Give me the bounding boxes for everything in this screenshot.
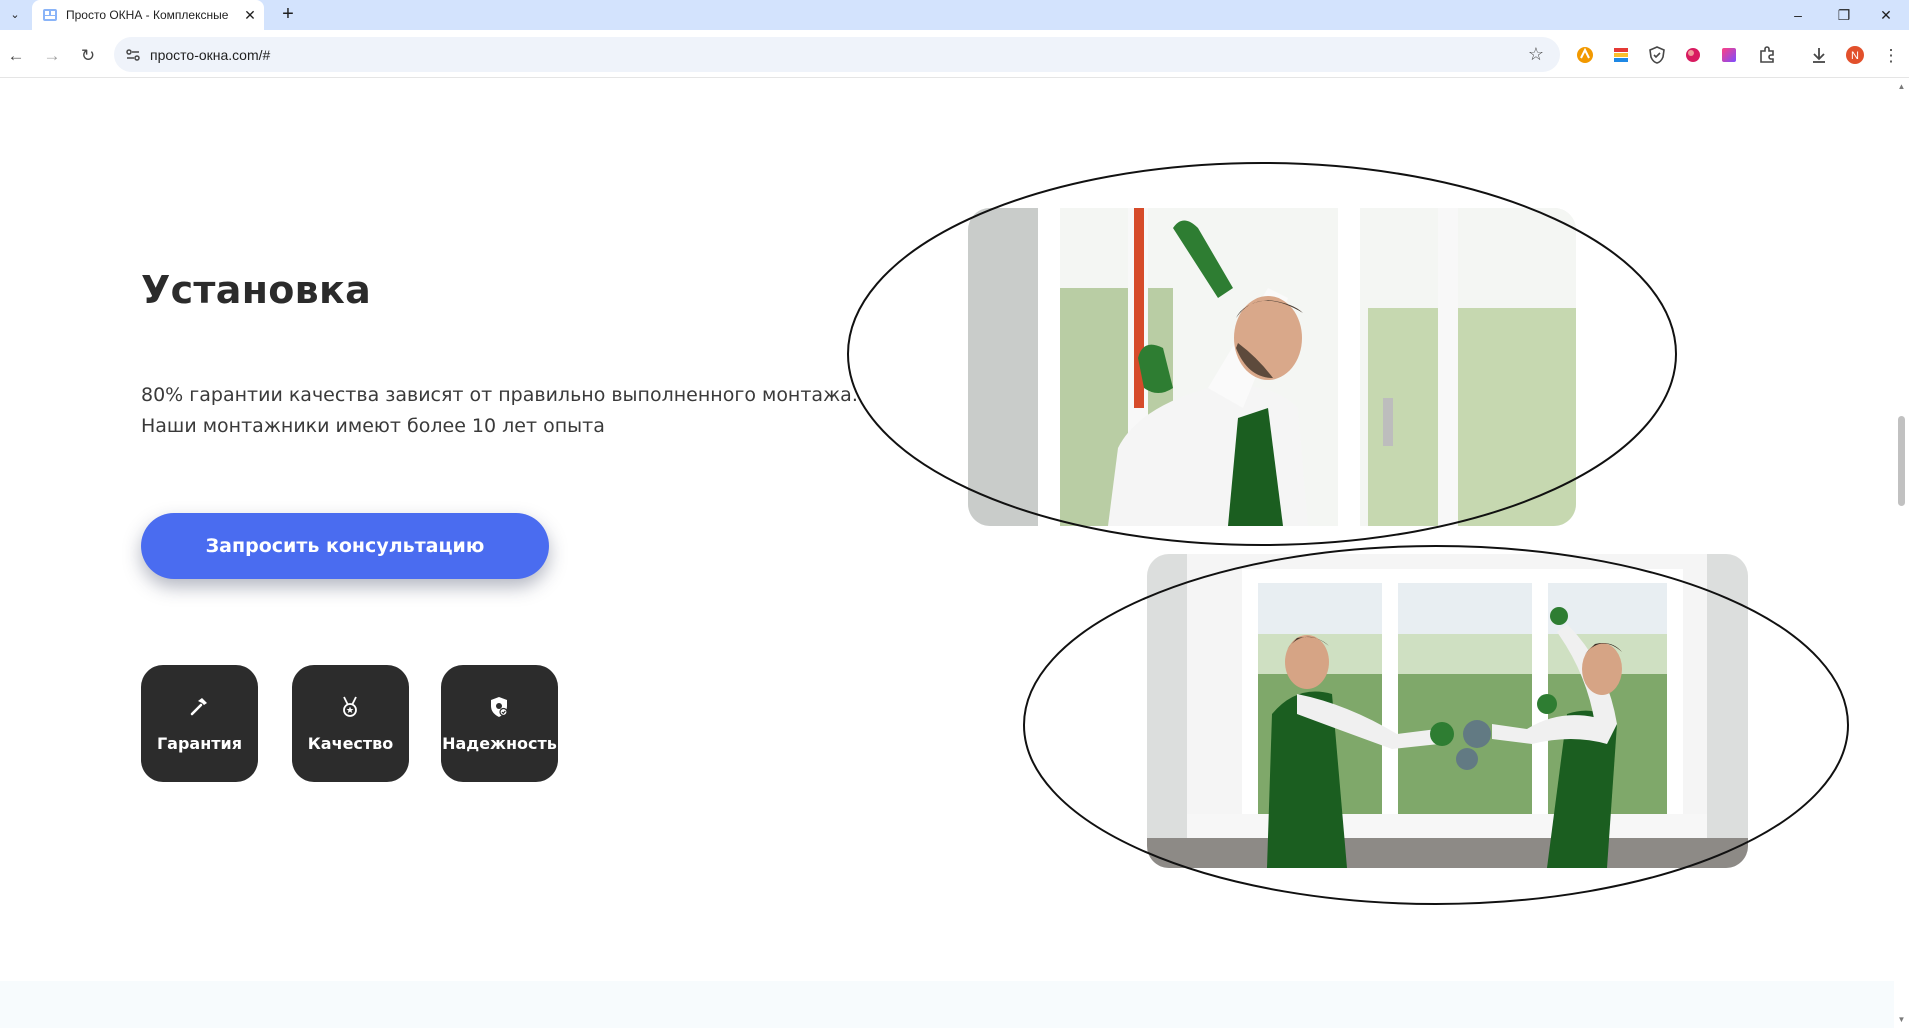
tab-close-icon[interactable]: ✕ xyxy=(240,5,260,25)
forward-button[interactable]: → xyxy=(38,42,66,70)
section-heading: Установка xyxy=(141,268,372,312)
feature-label: Гарантия xyxy=(156,734,243,753)
close-window-button[interactable]: ✕ xyxy=(1863,0,1909,30)
feature-tile-reliability[interactable]: Надежность xyxy=(441,665,558,782)
medal-icon xyxy=(343,696,357,717)
minimize-window-button[interactable]: – xyxy=(1775,0,1821,30)
scroll-up-arrow-icon[interactable]: ▲ xyxy=(1897,82,1906,91)
restore-window-button[interactable]: ❐ xyxy=(1821,0,1867,30)
svg-text:N: N xyxy=(1851,50,1859,62)
photo-illustration xyxy=(968,208,1576,526)
extensions-puzzle-icon[interactable] xyxy=(1757,45,1777,65)
shield-icon xyxy=(491,697,508,717)
back-button[interactable]: ← xyxy=(2,42,30,70)
site-favicon-icon xyxy=(43,9,57,21)
browser-menu-icon[interactable]: ⋮ xyxy=(1877,42,1905,70)
section-description: 80% гарантии качества зависят от правиль… xyxy=(141,380,861,442)
tab-search-chevron-icon[interactable]: ⌄ xyxy=(6,6,24,24)
description-line-2: Наши монтажники имеют более 10 лет опыта xyxy=(141,415,605,437)
photo-illustration xyxy=(1147,554,1748,868)
feature-label: Качество xyxy=(307,734,394,753)
request-consultation-button[interactable]: Запросить консультацию xyxy=(141,513,549,579)
address-bar[interactable]: просто-окна.com/# ☆ xyxy=(114,37,1560,72)
page-scrollbar[interactable]: ▲ ▼ xyxy=(1894,78,1909,1028)
extension-color-picker-icon[interactable] xyxy=(1611,45,1631,65)
new-tab-button[interactable]: + xyxy=(276,3,300,27)
extension-gradient-icon[interactable] xyxy=(1719,45,1739,65)
url-text: просто-окна.com/# xyxy=(150,47,271,63)
downloads-icon[interactable] xyxy=(1809,45,1829,65)
scrollbar-thumb[interactable] xyxy=(1898,416,1905,506)
feature-label: Надежность xyxy=(442,734,557,753)
tab-title: Просто ОКНА - Комплексные xyxy=(66,8,229,22)
hammer-icon xyxy=(190,698,207,716)
site-info-icon[interactable] xyxy=(124,46,142,64)
profile-avatar[interactable]: N xyxy=(1845,45,1865,65)
extension-orange-icon[interactable] xyxy=(1575,45,1595,65)
bookmark-star-icon[interactable]: ☆ xyxy=(1524,42,1548,66)
page-viewport: Установка 80% гарантии качества зависят … xyxy=(0,78,1894,1028)
extension-shield-icon[interactable] xyxy=(1647,45,1667,65)
worker-leveling-window-photo xyxy=(968,208,1576,526)
browser-tab-strip: ⌄ Просто ОКНА - Комплексные ✕ + – ❐ ✕ xyxy=(0,0,1909,30)
reload-button[interactable]: ↻ xyxy=(74,42,102,70)
next-section-band xyxy=(0,981,1894,1028)
browser-toolbar: ← → ↻ просто-окна.com/# ☆ N ⋮ xyxy=(0,30,1909,78)
extension-pink-icon[interactable] xyxy=(1683,45,1703,65)
two-workers-installing-window-photo xyxy=(1147,554,1748,868)
scroll-down-arrow-icon[interactable]: ▼ xyxy=(1897,1015,1906,1024)
description-line-1: 80% гарантии качества зависят от правиль… xyxy=(141,384,858,406)
browser-tab[interactable]: Просто ОКНА - Комплексные ✕ xyxy=(32,0,264,30)
feature-tile-guarantee[interactable]: Гарантия xyxy=(141,665,258,782)
feature-tile-quality[interactable]: Качество xyxy=(292,665,409,782)
